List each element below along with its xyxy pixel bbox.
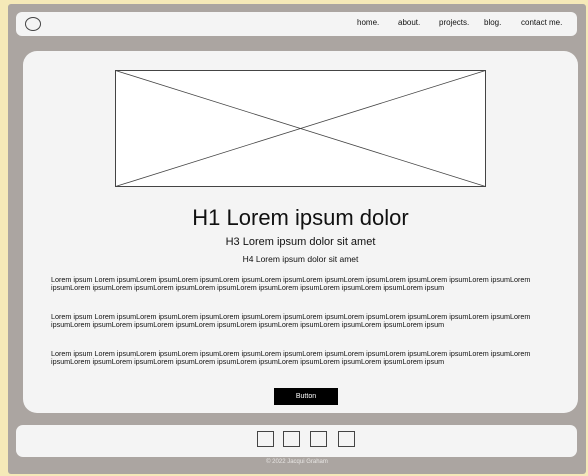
- image-placeholder-icon: [115, 70, 486, 187]
- paragraph-2: Lorem ipsum Lorem ipsumLorem ipsumLorem …: [51, 312, 531, 330]
- nav-link-about[interactable]: about.: [398, 18, 420, 27]
- nav-link-blog[interactable]: blog.: [484, 18, 501, 27]
- footer-bar: [16, 425, 577, 457]
- nav-link-contact[interactable]: contact me.: [521, 18, 562, 27]
- heading-h1: H1 Lorem ipsum dolor: [192, 205, 409, 230]
- social-icon-3[interactable]: [310, 431, 327, 447]
- heading-h3: H3 Lorem ipsum dolor sit amet: [225, 236, 376, 248]
- nav-link-home[interactable]: home.: [357, 18, 379, 27]
- logo-circle-icon[interactable]: [25, 17, 41, 31]
- social-icon-1[interactable]: [257, 431, 274, 447]
- nav-link-projects[interactable]: projects.: [439, 18, 469, 27]
- primary-button[interactable]: Button: [274, 388, 338, 405]
- page-frame: home. about. projects. blog. contact me.…: [8, 4, 586, 474]
- paragraph-1: Lorem ipsum Lorem ipsumLorem ipsumLorem …: [51, 275, 531, 293]
- social-icon-2[interactable]: [283, 431, 300, 447]
- heading-h4: H4 Lorem ipsum dolor sit amet: [242, 254, 359, 264]
- top-navbar: home. about. projects. blog. contact me.: [16, 12, 577, 36]
- paragraph-3: Lorem ipsum Lorem ipsumLorem ipsumLorem …: [51, 349, 531, 367]
- main-content-card: H1 Lorem ipsum dolor H3 Lorem ipsum dolo…: [23, 51, 578, 413]
- social-icon-4[interactable]: [338, 431, 355, 447]
- copyright-text: © 2022 Jacqui Graham: [266, 459, 328, 465]
